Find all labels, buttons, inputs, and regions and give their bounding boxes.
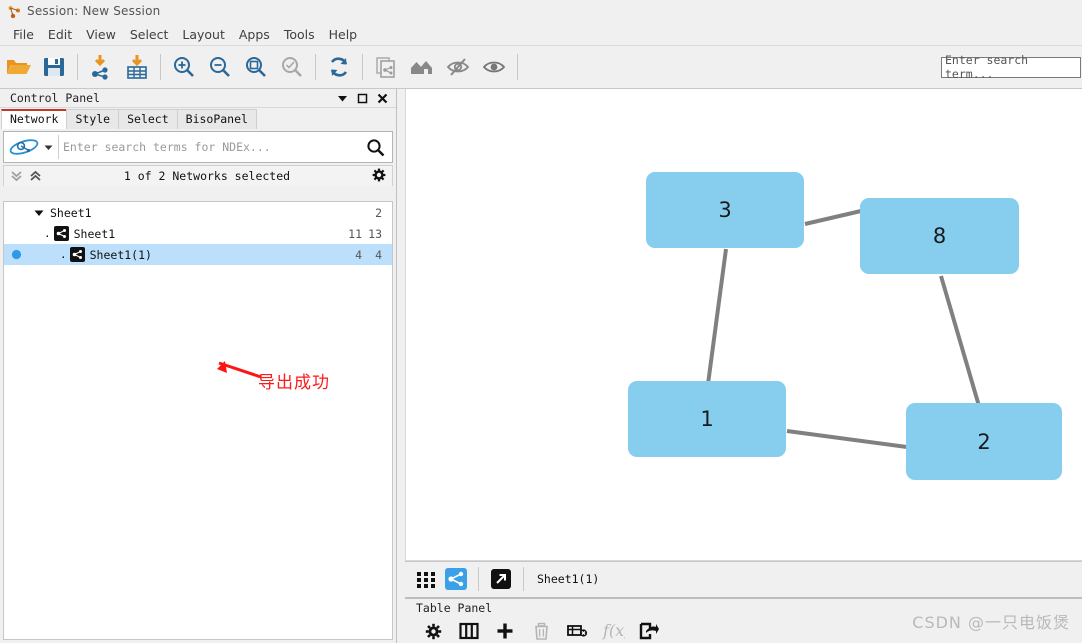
main-toolbar: Enter search term...	[0, 45, 1082, 89]
tree-item-nodecount: 11	[348, 226, 362, 241]
add-column-icon[interactable]	[487, 618, 523, 643]
tab-network[interactable]: Network	[1, 109, 68, 129]
selection-status-text: 1 of 2 Networks selected	[123, 169, 291, 183]
zoom-out-icon[interactable]	[202, 49, 238, 85]
network-tree: Sheet1 2 . Sheet1 11 13 . Sheet1(1) 4 4	[3, 201, 393, 640]
ndex-search-input[interactable]: Enter search terms for NDEx...	[63, 140, 358, 154]
dropdown-triangle-icon[interactable]	[337, 93, 348, 104]
menu-file[interactable]: File	[6, 26, 41, 43]
application-window: Session: New Session File Edit View Sele…	[0, 0, 1082, 643]
menu-view[interactable]: View	[79, 26, 123, 43]
zoom-selected-icon[interactable]	[274, 49, 310, 85]
network-icon	[53, 226, 69, 241]
view-mode-bar: Sheet1(1)	[405, 561, 1082, 596]
tree-item-edgecount: 2	[375, 205, 382, 220]
gear-icon[interactable]	[372, 167, 386, 186]
menu-tools[interactable]: Tools	[277, 26, 322, 43]
refresh-icon[interactable]	[321, 49, 357, 85]
tree-item-label: Sheet1(1)	[89, 247, 152, 262]
table-row-selected[interactable]: . Sheet1(1) 4 4	[4, 244, 392, 265]
zoom-in-icon[interactable]	[166, 49, 202, 85]
selection-status-row: 1 of 2 Networks selected	[3, 165, 393, 186]
toolbar-separator	[77, 54, 78, 80]
export-table-icon[interactable]	[631, 618, 667, 643]
tree-item-edgecount: 4	[375, 247, 382, 262]
menu-edit[interactable]: Edit	[41, 26, 79, 43]
tab-style[interactable]: Style	[66, 109, 120, 129]
function-icon[interactable]: f(x)	[595, 618, 631, 643]
current-view-label: Sheet1(1)	[537, 572, 600, 586]
tree-bullet: .	[60, 248, 67, 261]
network-node[interactable]: 8	[860, 198, 1019, 274]
import-network-icon[interactable]	[83, 49, 119, 85]
toolbar-separator	[160, 54, 161, 80]
delete-icon[interactable]	[523, 618, 559, 643]
menu-apps[interactable]: Apps	[232, 26, 277, 43]
control-panel: Control Panel Network Style Select BisoP…	[0, 89, 397, 643]
toolbar-separator	[517, 54, 518, 80]
control-panel-tabs: Network Style Select BisoPanel	[0, 108, 396, 129]
grid-view-icon[interactable]	[411, 566, 441, 593]
table-row[interactable]: . Sheet1 11 13	[4, 223, 392, 244]
float-window-icon[interactable]	[357, 93, 368, 104]
network-icon	[69, 247, 85, 262]
menu-layout[interactable]: Layout	[175, 26, 232, 43]
ndex-dropdown-icon[interactable]	[44, 143, 54, 152]
network-node[interactable]: 2	[906, 403, 1062, 480]
network-view-icon[interactable]	[441, 566, 471, 593]
menu-bar: File Edit View Select Layout Apps Tools …	[0, 24, 1082, 44]
network-node[interactable]: 3	[646, 172, 804, 248]
title-bar: Session: New Session	[0, 0, 1082, 22]
tab-select[interactable]: Select	[118, 109, 178, 129]
tree-item-label: Sheet1	[73, 226, 116, 241]
ndex-logo-icon[interactable]	[4, 136, 44, 158]
selection-dot	[4, 249, 28, 260]
expand-arrow-icon[interactable]	[28, 208, 50, 218]
gear-icon[interactable]	[415, 618, 451, 643]
viewbar-separator	[523, 567, 524, 591]
network-edges	[706, 209, 981, 449]
tab-bisopanel[interactable]: BisoPanel	[176, 109, 257, 129]
control-panel-title: Control Panel	[10, 91, 101, 105]
tree-item-label: Sheet1	[50, 205, 92, 220]
svg-text:f(x): f(x)	[602, 621, 625, 640]
csdn-watermark: CSDN @一只电饭煲	[912, 613, 1070, 632]
toolbar-separator	[315, 54, 316, 80]
menu-help[interactable]: Help	[322, 26, 365, 43]
ndex-divider	[58, 135, 59, 159]
import-table-icon[interactable]	[119, 49, 155, 85]
tree-item-edgecount: 13	[368, 226, 382, 241]
cytoscape-icon	[7, 4, 21, 19]
zoom-fit-icon[interactable]	[238, 49, 274, 85]
annotation-text: 导出成功	[258, 373, 330, 393]
save-session-icon[interactable]	[36, 49, 72, 85]
hide-icon[interactable]	[440, 49, 476, 85]
tree-item-nodecount: 4	[355, 247, 362, 262]
columns-icon[interactable]	[451, 618, 487, 643]
chevron-double-down-icon[interactable]	[10, 167, 23, 186]
window-title: Session: New Session	[27, 4, 161, 18]
detach-view-icon[interactable]	[486, 566, 516, 593]
magnifier-icon[interactable]	[358, 138, 392, 157]
delete-table-icon[interactable]	[559, 618, 595, 643]
network-view-canvas[interactable]: 3 8 1 2	[405, 89, 1082, 561]
search-input[interactable]: Enter search term...	[941, 53, 1081, 81]
control-panel-header: Control Panel	[0, 89, 396, 108]
open-session-icon[interactable]	[0, 49, 36, 85]
copy-network-icon[interactable]	[368, 49, 404, 85]
close-panel-icon[interactable]	[377, 93, 388, 104]
chevron-double-up-icon[interactable]	[29, 167, 42, 186]
viewbar-separator	[478, 567, 479, 591]
network-node[interactable]: 1	[628, 381, 786, 457]
toolbar-separator	[362, 54, 363, 80]
table-row[interactable]: Sheet1 2	[4, 202, 392, 223]
ndex-search-bar: Enter search terms for NDEx...	[3, 131, 393, 163]
show-icon[interactable]	[476, 49, 512, 85]
tree-bullet: .	[44, 227, 51, 240]
menu-select[interactable]: Select	[123, 26, 176, 43]
home-icon[interactable]	[404, 49, 440, 85]
